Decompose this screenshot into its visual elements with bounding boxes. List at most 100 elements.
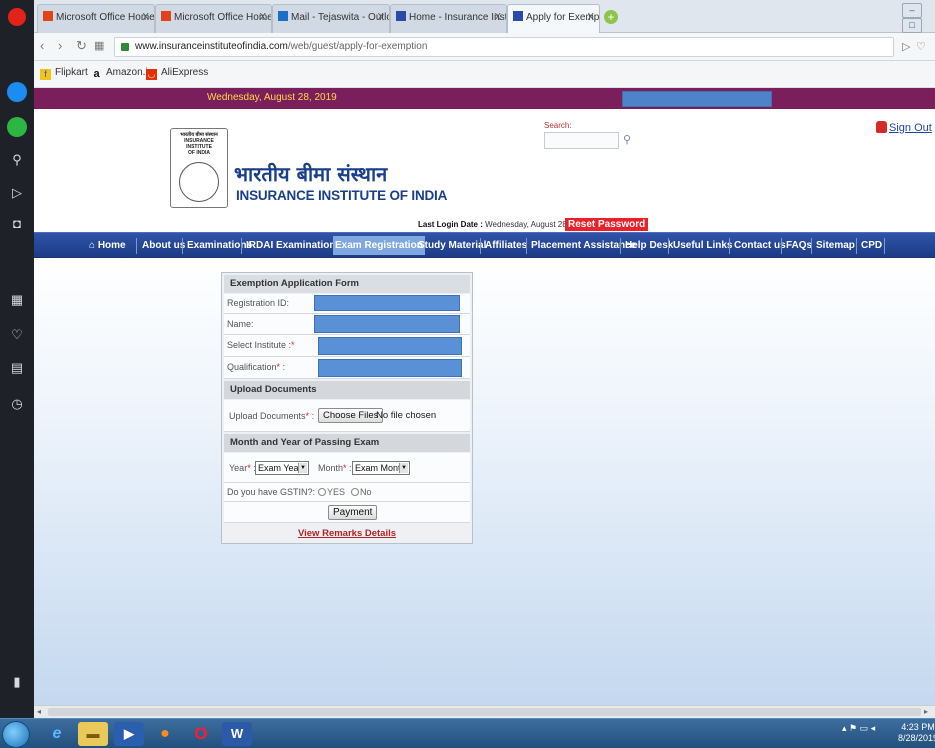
clock[interactable]: 4:23 PM 8/28/2019 [898, 722, 935, 744]
firefox-icon[interactable]: ● [150, 722, 180, 746]
bookmarks-bar: f Flipkart a Amazon.in ◡ AliExpress [34, 61, 935, 88]
nav-contact-us[interactable]: Contact us [734, 233, 786, 259]
name-field[interactable] [314, 315, 460, 333]
nav-affiliates[interactable]: Affiliates [485, 233, 527, 259]
search-label: Search: [544, 121, 572, 130]
file-explorer-icon[interactable]: ▬ [78, 722, 108, 746]
panel-toggle-icon[interactable]: ▮ [7, 672, 27, 692]
logo-text-line: OF INDIA [188, 150, 210, 156]
window-controls: –□✕ [900, 3, 935, 48]
office-icon [161, 11, 171, 21]
nav-sitemap[interactable]: Sitemap [816, 233, 855, 259]
scroll-right-icon[interactable]: ▸ [924, 707, 928, 716]
nav-study-material[interactable]: Study Material [418, 233, 486, 259]
tab-apply-exemption[interactable]: Apply for Exemption - InsX [507, 4, 600, 33]
messenger-icon[interactable] [7, 82, 27, 102]
nav-irdai-examinations[interactable]: IRDAI Examinations [246, 233, 341, 259]
choose-files-button[interactable]: Choose Files [318, 408, 384, 423]
gstin-no-option[interactable]: No [351, 487, 372, 497]
qualification-select[interactable] [318, 359, 462, 377]
radio-icon[interactable] [351, 488, 359, 496]
nav-examinations[interactable]: Examinations [187, 233, 252, 259]
tab-close-icon[interactable]: X [494, 5, 501, 31]
tray-arrow-icon[interactable]: ▴ [842, 723, 847, 733]
tab-office-home-1[interactable]: Microsoft Office Home X [37, 4, 155, 33]
iii-logo: भारतीय बीमा संस्थान INSURANCE INSTITUTE … [170, 128, 228, 208]
camera-icon[interactable]: ◘ [7, 214, 27, 234]
radio-icon[interactable] [318, 488, 326, 496]
tab-iii-home[interactable]: Home - Insurance InstituteX [390, 4, 507, 33]
payment-button[interactable]: Payment [328, 505, 378, 520]
tab-close-icon[interactable]: X [259, 5, 266, 31]
reset-password-button[interactable]: Reset Password [565, 218, 649, 231]
network-icon[interactable]: ▭ [860, 723, 869, 733]
url-domain: www.insuranceinstituteofindia.com [135, 41, 288, 52]
bookmark-flipkart[interactable]: f Flipkart [40, 67, 88, 80]
scroll-left-icon[interactable]: ◂ [37, 707, 41, 716]
reload-icon[interactable]: ↻ [76, 38, 87, 54]
tab-title: Home - Insurance Institute [409, 12, 507, 23]
tab-title: Microsoft Office Home [56, 12, 155, 23]
sign-out-link[interactable]: Sign Out [876, 121, 932, 134]
nav-cpd[interactable]: CPD [861, 233, 882, 259]
exam-year-select[interactable]: Exam Year ▼ [255, 461, 309, 475]
gstin-yes-option[interactable]: YES [318, 487, 345, 497]
maximize-icon[interactable]: □ [902, 18, 922, 33]
form-row-qualification: Qualification* : [224, 357, 470, 379]
back-icon[interactable]: ‹ [40, 38, 44, 53]
heart-icon[interactable]: ♡ [7, 325, 27, 345]
send-icon[interactable]: ▷ [7, 183, 27, 203]
start-button[interactable] [2, 721, 30, 748]
media-player-icon[interactable]: ▶ [114, 722, 144, 746]
whatsapp-icon[interactable] [7, 117, 27, 137]
minimize-icon[interactable]: – [902, 3, 922, 18]
name-label: Name: [227, 319, 254, 329]
history-icon[interactable]: ◷ [7, 394, 27, 414]
search-icon[interactable]: ⚲ [623, 133, 631, 146]
grid-icon[interactable]: ▦ [7, 290, 27, 310]
tab-outlook[interactable]: Mail - Tejaswita - OutlookX [272, 4, 390, 33]
bookmark-aliexpress[interactable]: ◡ AliExpress [146, 67, 208, 80]
registration-id-label: Registration ID: [227, 298, 290, 308]
date-bar: Wednesday, August 28, 2019 [34, 88, 935, 109]
tab-office-home-2[interactable]: Microsoft Office Home X [155, 4, 272, 33]
search-icon[interactable]: ⚲ [7, 150, 27, 170]
logo-seal-icon [179, 162, 219, 202]
nav-exam-registration[interactable]: Exam Registration [333, 236, 425, 255]
tab-close-icon[interactable]: X [377, 5, 384, 31]
speed-dial-icon[interactable]: ▦ [94, 39, 104, 52]
nav-about-us[interactable]: About us [142, 233, 185, 259]
lock-icon [876, 121, 887, 133]
site-name-english: INSURANCE INSTITUTE OF INDIA [236, 188, 448, 203]
institute-select[interactable] [318, 337, 462, 355]
site-search-input[interactable] [544, 132, 619, 149]
upload-section-header: Upload Documents [224, 381, 470, 399]
form-title: Exemption Application Form [224, 275, 470, 293]
exam-month-select[interactable]: Exam Month ▼ [352, 461, 410, 475]
opera-icon[interactable]: O [186, 722, 216, 746]
internet-explorer-icon[interactable]: e [42, 722, 72, 746]
nav-home[interactable]: ⌂ Home [89, 233, 126, 259]
flipkart-icon: f [40, 69, 51, 80]
url-input[interactable]: www.insuranceinstituteofindia.com/web/gu… [114, 37, 894, 57]
site-header: भारतीय बीमा संस्थान INSURANCE INSTITUTE … [34, 109, 935, 232]
forward-icon[interactable]: › [58, 38, 62, 53]
bookmark-heart-icon[interactable]: ♡ [916, 40, 926, 53]
volume-icon[interactable]: ◂ [871, 723, 876, 733]
flag-icon[interactable]: ⚑ [849, 723, 857, 733]
notes-icon[interactable]: ▤ [7, 358, 27, 378]
nav-faqs[interactable]: FAQs [786, 233, 812, 259]
tab-close-icon[interactable]: X [142, 5, 149, 31]
nav-useful-links[interactable]: Useful Links [673, 233, 732, 259]
nav-help-desk[interactable]: Help Desk [625, 233, 673, 259]
play-icon[interactable]: ▷ [902, 40, 910, 53]
horizontal-scrollbar[interactable]: ◂ ▸ [34, 705, 935, 718]
view-remarks-link[interactable]: View Remarks Details [222, 528, 472, 539]
new-tab-button[interactable]: + [604, 10, 618, 24]
registration-id-field[interactable] [314, 295, 460, 311]
bookmark-amazon[interactable]: a Amazon.in [91, 67, 153, 80]
word-icon[interactable]: W [222, 722, 252, 746]
scroll-thumb[interactable] [48, 708, 921, 716]
form-row-name: Name: [224, 314, 470, 335]
tab-close-icon[interactable]: X [587, 5, 594, 31]
